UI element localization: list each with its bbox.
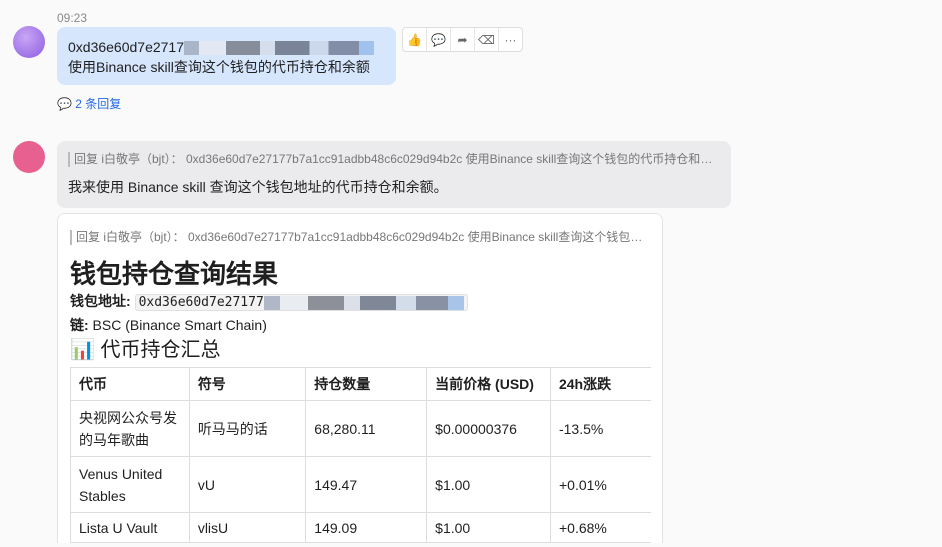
cell: 央视网公众号发的马年歌曲 xyxy=(71,401,190,457)
cell: 149.09 xyxy=(306,513,427,543)
bot-message-bubble: 回复 i白敬亭（bjt）： 0xd36e60d7e27177b7a1cc91ad… xyxy=(57,141,731,208)
cell: Lista U Vault xyxy=(71,513,190,543)
result-card: 回复 i白敬亭（bjt）： 0xd36e60d7e27177b7a1cc91ad… xyxy=(57,213,663,543)
cell: $1.00 xyxy=(427,457,551,513)
bot-avatar[interactable] xyxy=(13,141,45,173)
chain-value: BSC (Binance Smart Chain) xyxy=(89,317,267,333)
replies-count: 2 条回复 xyxy=(75,97,121,111)
cell: vlisU xyxy=(189,513,305,543)
user-avatar[interactable] xyxy=(13,26,45,58)
cell: +0.01% xyxy=(550,457,651,513)
table-row: Venus United StablesvU149.47$1.00+0.01% xyxy=(71,457,652,513)
cell: $0.00000376 xyxy=(427,401,551,457)
cell: -13.5% xyxy=(550,401,651,457)
message-time: 09:23 xyxy=(57,11,87,25)
bot-message-text: 我来使用 Binance skill 查询这个钱包地址的代币持仓和余额。 xyxy=(68,177,720,197)
user-message-text: 使用Binance skill查询这个钱包的代币持仓和余额 xyxy=(68,57,385,77)
user-message-bubble: 0xd36e60d7e2717 使用Binance skill查询这个钱包的代币… xyxy=(57,27,396,85)
forward-icon[interactable]: ➦ xyxy=(451,28,475,51)
table-row: Lista U VaultvlisU149.09$1.00+0.68% xyxy=(71,513,652,543)
message-actions: 👍 💬 ➦ ⌫ ··· xyxy=(402,27,523,52)
header-token: 代币 xyxy=(71,368,190,401)
wallet-address: 0xd36e60d7e27177 xyxy=(135,294,468,311)
cell: Venus United Stables xyxy=(71,457,190,513)
redacted-address xyxy=(184,41,374,55)
section-title: 代币持仓汇总 xyxy=(100,339,220,361)
holdings-table: 代币 符号 持仓数量 当前价格 (USD) 24h涨跌 央视网公众号发的马年歌曲… xyxy=(70,367,651,543)
table-row: 央视网公众号发的马年歌曲听马马的话68,280.11$0.00000376-13… xyxy=(71,401,652,457)
comment-icon[interactable]: 💬 xyxy=(427,28,451,51)
wallet-address: 0xd36e60d7e2717 xyxy=(68,39,184,55)
result-title: 钱包持仓查询结果 xyxy=(70,259,650,289)
chain-label: 链: xyxy=(70,317,89,333)
header-symbol: 符号 xyxy=(189,368,305,401)
cell: 68,280.11 xyxy=(306,401,427,457)
header-amount: 持仓数量 xyxy=(306,368,427,401)
chart-icon: 📊 xyxy=(70,339,95,361)
header-change: 24h涨跌 xyxy=(550,368,651,401)
thumbs-up-icon[interactable]: 👍 xyxy=(403,28,427,51)
more-icon[interactable]: ··· xyxy=(499,28,522,51)
cell: $1.00 xyxy=(427,513,551,543)
cell: vU xyxy=(189,457,305,513)
replies-link[interactable]: 💬 2 条回复 xyxy=(57,95,121,112)
header-price: 当前价格 (USD) xyxy=(427,368,551,401)
cell: +0.68% xyxy=(550,513,651,543)
reply-quote[interactable]: 回复 i白敬亭（bjt）： 0xd36e60d7e27177b7a1cc91ad… xyxy=(68,152,720,167)
comment-icon: 💬 xyxy=(57,97,72,111)
cell: 149.47 xyxy=(306,457,427,513)
delete-icon[interactable]: ⌫ xyxy=(475,28,499,51)
table-header: 代币 符号 持仓数量 当前价格 (USD) 24h涨跌 xyxy=(71,368,652,401)
reply-quote[interactable]: 回复 i白敬亭（bjt）： 0xd36e60d7e27177b7a1cc91ad… xyxy=(70,230,646,245)
address-label: 钱包地址: xyxy=(70,293,131,309)
cell: 听马马的话 xyxy=(189,401,305,457)
